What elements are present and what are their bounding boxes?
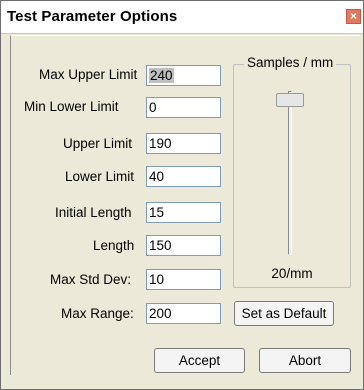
window-title: Test Parameter Options bbox=[7, 8, 178, 25]
samples-value: 20/mm bbox=[271, 266, 313, 281]
lower-limit-label: Lower Limit bbox=[65, 169, 135, 184]
initial-length-label: Initial Length bbox=[55, 205, 132, 220]
samples-slider-thumb[interactable] bbox=[276, 92, 304, 107]
title-bar[interactable]: Test Parameter Options × bbox=[1, 1, 363, 34]
min-lower-limit-label: Min Lower Limit bbox=[24, 99, 119, 114]
accept-button[interactable]: Accept bbox=[154, 348, 245, 373]
max-upper-limit-value: 240 bbox=[149, 68, 174, 83]
samples-slider-track[interactable] bbox=[288, 91, 292, 255]
dialog-window: Test Parameter Options × Max Upper Limit… bbox=[0, 0, 364, 390]
abort-button[interactable]: Abort bbox=[259, 348, 351, 373]
upper-limit-label: Upper Limit bbox=[63, 136, 133, 151]
close-icon[interactable]: × bbox=[346, 9, 361, 24]
max-std-dev-input[interactable]: 10 bbox=[146, 269, 221, 290]
set-default-button[interactable]: Set as Default bbox=[234, 301, 334, 326]
length-label: Length bbox=[93, 238, 135, 253]
max-range-input[interactable]: 200 bbox=[146, 303, 221, 324]
max-upper-limit-input[interactable]: 240 bbox=[146, 65, 221, 86]
lower-limit-input[interactable]: 40 bbox=[146, 166, 221, 187]
initial-length-input[interactable]: 15 bbox=[146, 202, 221, 223]
length-input[interactable]: 150 bbox=[146, 235, 221, 256]
max-range-label: Max Range: bbox=[61, 306, 134, 321]
samples-group-title: Samples / mm bbox=[244, 55, 337, 70]
max-upper-limit-label: Max Upper Limit bbox=[39, 67, 138, 82]
min-lower-limit-input[interactable]: 0 bbox=[146, 97, 221, 118]
max-std-dev-label: Max Std Dev: bbox=[50, 272, 132, 287]
upper-limit-input[interactable]: 190 bbox=[146, 133, 221, 154]
